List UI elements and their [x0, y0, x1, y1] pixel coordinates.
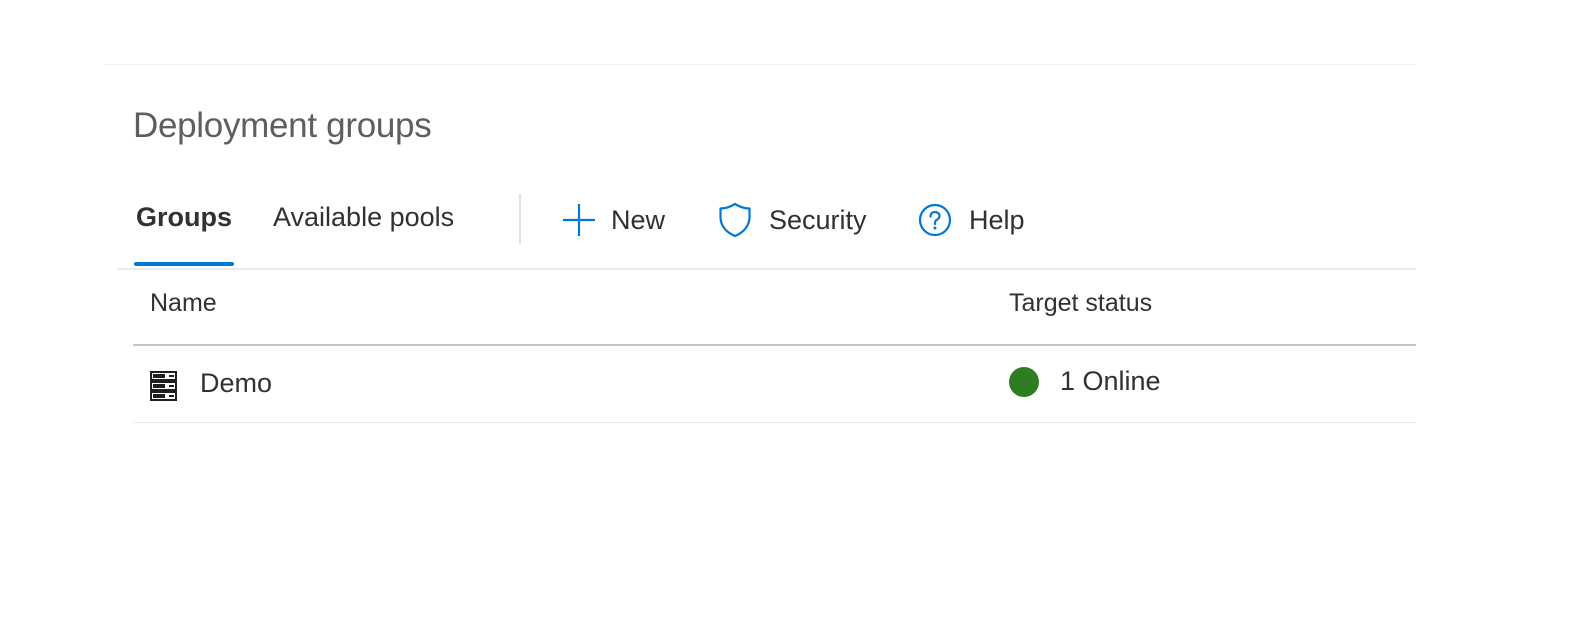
online-status-dot	[1009, 367, 1039, 397]
target-status-text: 1 Online	[1060, 366, 1161, 396]
row-name-link[interactable]: Demo	[200, 368, 272, 399]
security-button[interactable]: Security	[718, 198, 867, 242]
toolbar-separator	[519, 194, 521, 244]
table-row-border	[133, 422, 1416, 423]
page-title: Deployment groups	[133, 106, 432, 145]
help-circle-icon	[918, 203, 952, 237]
new-button-label: New	[611, 204, 666, 235]
plus-icon	[562, 203, 596, 237]
tab-available-pools[interactable]: Available pools	[273, 202, 454, 233]
security-button-label: Security	[769, 204, 867, 235]
help-button[interactable]: Help	[918, 198, 1025, 242]
server-icon	[150, 371, 177, 406]
column-header-name[interactable]: Name	[150, 289, 217, 318]
shield-icon	[718, 202, 752, 238]
help-button-label: Help	[969, 204, 1025, 235]
column-header-target-status[interactable]: Target status	[1009, 289, 1152, 318]
tab-groups[interactable]: Groups	[136, 202, 232, 233]
top-divider	[104, 64, 1416, 65]
toolbar-bottom-border	[117, 268, 1416, 270]
new-button[interactable]: New	[562, 198, 665, 242]
selected-tab-indicator	[134, 262, 234, 266]
table-row[interactable]: Demo 1 Online	[133, 346, 1416, 422]
